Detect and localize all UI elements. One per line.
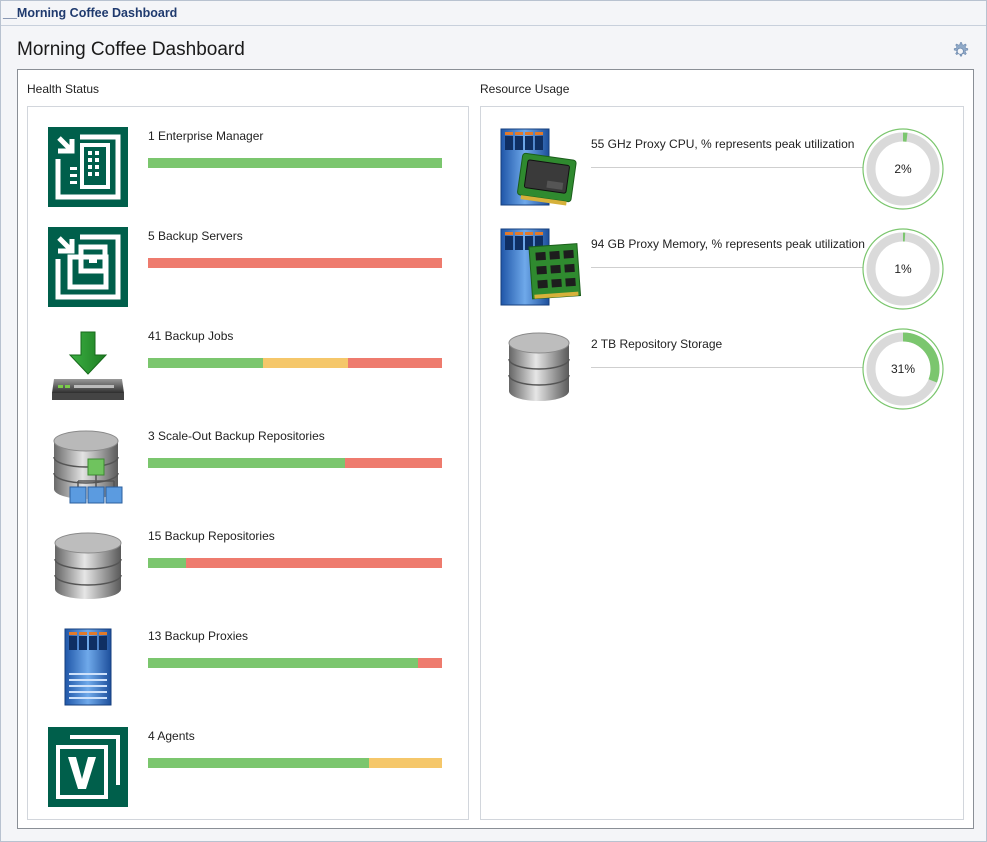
health-status-bar (148, 258, 442, 268)
resource-row-repository-storage[interactable]: 2 TB Repository Storage 31% (481, 327, 963, 411)
health-row-agents[interactable]: 4 Agents (28, 727, 468, 807)
error-segment (347, 358, 442, 368)
health-status-bar (148, 458, 442, 468)
enterprise-manager-icon (48, 127, 128, 207)
utilization-value: 1% (894, 262, 912, 276)
page-title: Morning Coffee Dashboard (17, 39, 245, 60)
warning-segment (262, 358, 348, 368)
utilization-donut: 1% (862, 228, 944, 310)
health-label: 4 Agents (148, 729, 195, 743)
utilization-donut: 2% (862, 128, 944, 210)
ok-segment (148, 158, 442, 168)
health-label: 13 Backup Proxies (148, 629, 249, 643)
tab-divider (1, 25, 986, 26)
health-label: 3 Scale-Out Backup Repositories (148, 429, 325, 443)
health-row-backup-jobs[interactable]: 41 Backup Jobs (28, 327, 468, 407)
dashboard-window: __Morning Coffee Dashboard Morning Coffe… (0, 0, 987, 842)
resource-divider (591, 167, 863, 168)
resource-divider (591, 367, 863, 368)
health-row-enterprise-manager[interactable]: 1 Enterprise Manager (28, 127, 468, 207)
resource-usage-panel: 55 GHz Proxy CPU, % represents peak util… (480, 106, 964, 820)
dashboard-panel: Health Status Resource Usage 1 Enterpris… (17, 69, 974, 829)
resource-label: 55 GHz Proxy CPU, % represents peak util… (591, 137, 855, 151)
proxy-memory-icon (500, 228, 582, 306)
repository-storage-icon (508, 332, 570, 401)
health-row-backup-servers[interactable]: 5 Backup Servers (28, 227, 468, 307)
ok-segment (148, 558, 187, 568)
backup-server-icon (48, 227, 128, 307)
resource-label: 94 GB Proxy Memory, % represents peak ut… (591, 237, 865, 251)
ok-segment (148, 658, 419, 668)
error-segment (418, 658, 442, 668)
health-status-bar (148, 358, 442, 368)
utilization-value: 31% (891, 362, 915, 376)
utilization-value: 2% (894, 162, 912, 176)
resource-usage-heading: Resource Usage (480, 82, 570, 96)
resource-label: 2 TB Repository Storage (591, 337, 723, 351)
proxy-cpu-icon (500, 128, 577, 206)
ok-segment (148, 758, 369, 768)
health-label: 15 Backup Repositories (148, 529, 275, 543)
health-status-heading: Health Status (27, 82, 100, 96)
window-tab[interactable]: __Morning Coffee Dashboard (1, 1, 177, 25)
backup-repository-icon (54, 532, 122, 599)
utilization-donut: 31% (862, 328, 944, 410)
backup-proxy-icon (64, 628, 112, 706)
error-segment (148, 258, 442, 268)
resource-row-proxy-cpu[interactable]: 55 GHz Proxy CPU, % represents peak util… (481, 127, 963, 211)
resource-row-proxy-memory[interactable]: 94 GB Proxy Memory, % represents peak ut… (481, 227, 963, 311)
health-status-bar (148, 558, 442, 568)
ok-segment (148, 458, 345, 468)
health-row-backup-proxies[interactable]: 13 Backup Proxies (28, 627, 468, 707)
health-status-bar (148, 658, 442, 668)
health-status-panel: 1 Enterprise Manager 5 Backup Servers 41… (27, 106, 469, 820)
scale-out-repository-icon (53, 430, 123, 504)
resource-divider (591, 267, 863, 268)
error-segment (344, 458, 442, 468)
error-segment (186, 558, 442, 568)
warning-segment (368, 758, 442, 768)
agent-icon (48, 727, 128, 807)
health-row-backup-repositories[interactable]: 15 Backup Repositories (28, 527, 468, 607)
health-label: 5 Backup Servers (148, 229, 243, 243)
health-label: 1 Enterprise Manager (148, 129, 264, 143)
ok-segment (148, 358, 263, 368)
backup-job-icon (52, 331, 124, 400)
gear-icon[interactable] (951, 41, 971, 61)
health-row-scale-out-repositories[interactable]: 3 Scale-Out Backup Repositories (28, 427, 468, 507)
health-status-bar (148, 758, 442, 768)
health-status-bar (148, 158, 442, 168)
health-label: 41 Backup Jobs (148, 329, 234, 343)
